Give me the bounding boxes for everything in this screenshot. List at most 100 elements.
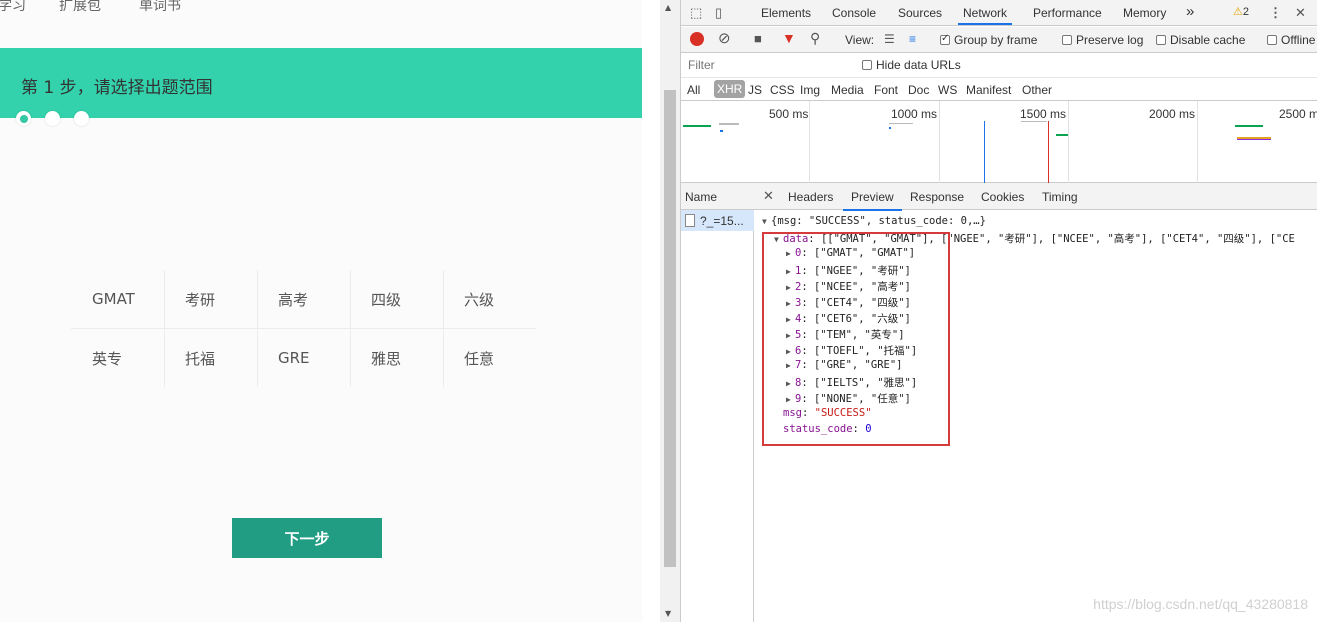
inspect-element-icon[interactable]: ⬚ — [690, 5, 702, 21]
step-title: 第 1 步，请选择出题范围 — [21, 78, 213, 98]
step-dot-1 — [16, 111, 31, 126]
scope-option-any[interactable]: 任意 — [443, 329, 536, 387]
json-item[interactable]: ▶ 9: ["NONE", "任意"] — [786, 391, 911, 406]
msg-value: "SUCCESS" — [814, 407, 872, 419]
type-font[interactable]: Font — [874, 83, 898, 97]
capture-screenshots-icon[interactable]: ■ — [754, 31, 762, 46]
scope-option-toefl[interactable]: 托福 — [164, 329, 257, 387]
type-css[interactable]: CSS — [770, 83, 795, 97]
name-column-header[interactable]: Name — [681, 183, 754, 210]
tab-cookies[interactable]: Cookies — [981, 190, 1024, 204]
offline-checkbox[interactable]: Offline — [1267, 33, 1315, 47]
step-banner: 第 1 步，请选择出题范围 — [0, 48, 642, 118]
next-step-button[interactable]: 下一步 — [232, 518, 382, 558]
expanded-triangle-icon: ▼ — [774, 235, 779, 244]
timeline-label: 1000 ms — [891, 107, 938, 121]
item-index: 4 — [795, 313, 802, 325]
search-icon[interactable]: ⚲ — [810, 30, 820, 47]
type-media[interactable]: Media — [831, 83, 864, 97]
nav-item-wordbook[interactable]: 单词书 — [139, 0, 181, 15]
tab-preview[interactable]: Preview — [843, 190, 902, 211]
collapsed-triangle-icon: ▶ — [786, 331, 791, 340]
timeline-gridline — [939, 101, 940, 183]
json-item[interactable]: ▶ 0: ["GMAT", "GMAT"] — [786, 247, 915, 259]
tab-headers[interactable]: Headers — [788, 190, 833, 204]
json-item[interactable]: ▶ 7: ["GRE", "GRE"] — [786, 359, 903, 371]
tab-response[interactable]: Response — [910, 190, 964, 204]
device-toolbar-icon[interactable]: ▯ — [715, 5, 722, 21]
scope-option-cet6[interactable]: 六级 — [443, 270, 536, 328]
collapsed-triangle-icon: ▶ — [786, 267, 791, 276]
item-index: 2 — [795, 281, 802, 293]
json-data-node[interactable]: ▼ data: [["GMAT", "GMAT"], ["NGEE", "考研"]… — [774, 231, 1295, 246]
kebab-menu-icon[interactable]: ⋮ — [1269, 5, 1282, 21]
nav-item-extension-pack[interactable]: 扩展包 — [59, 0, 101, 15]
type-doc[interactable]: Doc — [908, 83, 929, 97]
tab-network[interactable]: Network — [957, 6, 1013, 25]
scope-option-tem[interactable]: 英专 — [71, 329, 164, 387]
group-by-frame-checkbox[interactable]: Group by frame — [940, 33, 1037, 47]
nav-item-study[interactable]: 学习 — [0, 0, 26, 15]
record-icon[interactable] — [690, 32, 704, 46]
type-img[interactable]: Img — [800, 83, 820, 97]
page-scrollbar[interactable]: ▲ ▼ — [660, 0, 680, 622]
json-item[interactable]: ▶ 5: ["TEM", "英专"] — [786, 327, 905, 342]
item-value: ["NONE", "任意"] — [813, 393, 911, 405]
filter-input[interactable] — [685, 56, 847, 74]
item-value: ["TOEFL", "托福"] — [813, 345, 918, 357]
scope-option-kaoyan[interactable]: 考研 — [164, 270, 257, 328]
warning-badge[interactable]: ⚠2 — [1233, 5, 1249, 18]
timeline-bar — [1235, 125, 1263, 127]
type-other[interactable]: Other — [1022, 83, 1052, 97]
json-item[interactable]: ▶ 2: ["NCEE", "高考"] — [786, 279, 911, 294]
item-value: ["IELTS", "雅思"] — [813, 377, 918, 389]
json-root[interactable]: ▼ {msg: "SUCCESS", status_code: 0,…} — [762, 215, 986, 227]
close-detail-icon[interactable]: ✕ — [763, 188, 774, 204]
close-icon[interactable]: ✕ — [1295, 5, 1306, 21]
collapsed-triangle-icon: ▶ — [786, 315, 791, 324]
hide-data-urls-checkbox[interactable]: Hide data URLs — [862, 58, 961, 72]
filter-icon[interactable]: ▼ — [782, 30, 796, 46]
scrollbar-thumb[interactable] — [664, 90, 676, 567]
detail-tab-bar: ✕ Headers Preview Response Cookies Timin… — [754, 183, 1317, 211]
tab-timing[interactable]: Timing — [1042, 190, 1078, 204]
dom-content-loaded-marker — [984, 121, 985, 183]
type-ws[interactable]: WS — [938, 83, 957, 97]
scope-option-ielts[interactable]: 雅思 — [350, 329, 443, 387]
disable-cache-checkbox[interactable]: Disable cache — [1156, 33, 1245, 47]
timeline-overview[interactable]: 500 ms 1000 ms 1500 ms 2000 ms 2500 ms — [681, 101, 1317, 183]
json-item[interactable]: ▶ 6: ["TOEFL", "托福"] — [786, 343, 917, 358]
request-row[interactable]: ?_=15... — [681, 210, 754, 231]
json-msg: msg: "SUCCESS" — [783, 407, 872, 419]
warning-icon: ⚠ — [1233, 6, 1243, 18]
item-index: 8 — [795, 377, 802, 389]
scroll-up-icon[interactable]: ▲ — [665, 3, 671, 12]
tab-performance[interactable]: Performance — [1033, 6, 1102, 20]
scope-option-gre[interactable]: GRE — [257, 329, 350, 387]
scroll-down-icon[interactable]: ▼ — [665, 609, 671, 618]
scope-option-gmat[interactable]: GMAT — [71, 270, 164, 328]
tab-sources[interactable]: Sources — [898, 6, 942, 20]
preserve-log-checkbox[interactable]: Preserve log — [1062, 33, 1143, 47]
waterfall-icon[interactable]: ≡ — [909, 32, 916, 46]
json-item[interactable]: ▶ 8: ["IELTS", "雅思"] — [786, 375, 917, 390]
scope-option-gaokao[interactable]: 高考 — [257, 270, 350, 328]
more-tabs-icon[interactable]: » — [1186, 3, 1194, 20]
clear-icon[interactable]: ⊘ — [718, 29, 731, 47]
json-item[interactable]: ▶ 1: ["NGEE", "考研"] — [786, 263, 911, 278]
item-index: 5 — [795, 329, 802, 341]
large-rows-icon[interactable]: ☰ — [884, 32, 895, 46]
type-xhr[interactable]: XHR — [714, 80, 746, 98]
json-item[interactable]: ▶ 3: ["CET4", "四级"] — [786, 295, 911, 310]
tab-memory[interactable]: Memory — [1123, 6, 1166, 20]
json-item[interactable]: ▶ 4: ["CET6", "六级"] — [786, 311, 911, 326]
type-manifest[interactable]: Manifest — [966, 83, 1011, 97]
type-js[interactable]: JS — [748, 83, 762, 97]
tab-console[interactable]: Console — [832, 6, 876, 20]
timeline-gridline — [809, 101, 810, 183]
tab-elements[interactable]: Elements — [761, 6, 811, 20]
type-all[interactable]: All — [687, 83, 700, 97]
timeline-label: 500 ms — [769, 107, 809, 121]
scope-option-cet4[interactable]: 四级 — [350, 270, 443, 328]
resource-type-filter: All XHR JS CSS Img Media Font Doc WS Man… — [681, 78, 1317, 101]
